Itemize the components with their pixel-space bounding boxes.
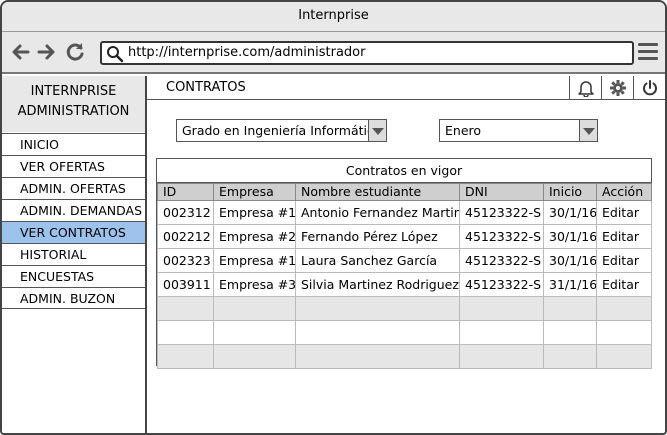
sidebar-title-line1: INTERNPRISE bbox=[30, 84, 117, 99]
browser-toolbar: http://internprise.com/administrador bbox=[2, 32, 665, 74]
sidebar-item-historial[interactable]: HISTORIAL bbox=[2, 243, 145, 265]
contracts-table-panel: Contratos en vigor ID Empresa Nombre est… bbox=[156, 158, 652, 369]
cell-empresa: Empresa #1 bbox=[213, 200, 296, 225]
magnifier-icon bbox=[107, 46, 124, 63]
table-row[interactable]: 003911 Empresa #3 Silvia Martinez Rodrig… bbox=[157, 272, 652, 297]
month-select[interactable]: Enero bbox=[439, 119, 598, 142]
sidebar-title: INTERNPRISE ADMINISTRATION bbox=[2, 76, 145, 132]
hamburger-menu-icon[interactable] bbox=[638, 43, 658, 63]
empty-row bbox=[157, 296, 652, 321]
sidebar-item-admin-buzon[interactable]: ADMIN. BUZON bbox=[2, 287, 145, 309]
sidebar-item-ver-ofertas[interactable]: VER OFERTAS bbox=[2, 155, 145, 177]
degree-select-value: Grado en Ingeniería Informática bbox=[182, 123, 382, 138]
contracts-table: ID Empresa Nombre estudiante DNI Inicio … bbox=[157, 183, 652, 369]
cell-dni: 45123322-S bbox=[459, 200, 544, 225]
arrow-right-icon[interactable] bbox=[35, 40, 57, 64]
browser-window: Internprise http://internprise.com/admin… bbox=[0, 0, 667, 435]
cell-empresa: Empresa #2 bbox=[213, 224, 296, 249]
sidebar: INTERNPRISE ADMINISTRATION INICIO VER OF… bbox=[2, 76, 147, 433]
cell-id: 003911 bbox=[157, 272, 214, 297]
cell-inicio: 31/1/16 bbox=[543, 272, 597, 297]
cell-id: 002323 bbox=[157, 248, 214, 273]
cell-id: 002212 bbox=[157, 224, 214, 249]
cell-dni: 45123322-S bbox=[459, 248, 544, 273]
empty-row bbox=[157, 320, 652, 345]
cell-inicio: 30/1/16 bbox=[543, 200, 597, 225]
reload-icon[interactable] bbox=[64, 40, 86, 64]
cell-nombre: Antonio Fernandez Martin bbox=[295, 200, 460, 225]
column-header-dni[interactable]: DNI bbox=[459, 183, 544, 201]
cell-nombre: Fernando Pérez López bbox=[295, 224, 460, 249]
url-text[interactable]: http://internprise.com/administrador bbox=[128, 43, 365, 63]
column-header-id[interactable]: ID bbox=[157, 183, 214, 201]
sidebar-item-admin-demandas[interactable]: ADMIN. DEMANDAS bbox=[2, 199, 145, 221]
cell-empresa: Empresa #3 bbox=[213, 272, 296, 297]
cell-inicio: 30/1/16 bbox=[543, 248, 597, 273]
cell-dni: 45123322-S bbox=[459, 272, 544, 297]
table-row[interactable]: 002212 Empresa #2 Fernando Pérez López 4… bbox=[157, 224, 652, 249]
sidebar-title-line2: ADMINISTRATION bbox=[17, 104, 130, 119]
bell-icon[interactable] bbox=[569, 76, 601, 100]
column-header-inicio[interactable]: Inicio bbox=[543, 183, 597, 201]
sidebar-menu: INICIO VER OFERTAS ADMIN. OFERTAS ADMIN.… bbox=[2, 133, 145, 309]
sidebar-item-ver-contratos[interactable]: VER CONTRATOS bbox=[2, 221, 145, 243]
table-row[interactable]: 002323 Empresa #1 Laura Sanchez García 4… bbox=[157, 248, 652, 273]
sidebar-item-inicio[interactable]: INICIO bbox=[2, 133, 145, 155]
table-header-row: ID Empresa Nombre estudiante DNI Inicio … bbox=[157, 183, 652, 201]
empty-row bbox=[157, 344, 652, 369]
column-header-accion: Acción bbox=[596, 183, 652, 201]
sidebar-item-admin-ofertas[interactable]: ADMIN. OFERTAS bbox=[2, 177, 145, 199]
edit-link[interactable]: Editar bbox=[596, 200, 652, 225]
cell-empresa: Empresa #1 bbox=[213, 248, 296, 273]
cell-id: 002312 bbox=[157, 200, 214, 225]
window-title: Internprise bbox=[2, 2, 665, 32]
cell-nombre: Laura Sanchez García bbox=[295, 248, 460, 273]
cell-dni: 45123322-S bbox=[459, 224, 544, 249]
edit-link[interactable]: Editar bbox=[596, 224, 652, 249]
main-header: CONTRATOS bbox=[147, 76, 665, 100]
sidebar-item-encuestas[interactable]: ENCUESTAS bbox=[2, 265, 145, 287]
table-row[interactable]: 002312 Empresa #1 Antonio Fernandez Mart… bbox=[157, 200, 652, 225]
page-title: CONTRATOS bbox=[166, 80, 246, 95]
cell-nombre: Silvia Martinez Rodriguez bbox=[295, 272, 460, 297]
edit-link[interactable]: Editar bbox=[596, 248, 652, 273]
column-header-nombre[interactable]: Nombre estudiante bbox=[295, 183, 460, 201]
edit-link[interactable]: Editar bbox=[596, 272, 652, 297]
chevron-down-icon[interactable] bbox=[579, 120, 597, 141]
column-header-empresa[interactable]: Empresa bbox=[213, 183, 296, 201]
arrow-left-icon[interactable] bbox=[10, 40, 32, 64]
chevron-down-icon[interactable] bbox=[368, 120, 386, 141]
month-select-value: Enero bbox=[445, 123, 482, 138]
degree-select[interactable]: Grado en Ingeniería Informática bbox=[176, 119, 387, 142]
power-icon[interactable] bbox=[633, 76, 665, 100]
cell-inicio: 30/1/16 bbox=[543, 224, 597, 249]
url-bar[interactable]: http://internprise.com/administrador bbox=[100, 41, 634, 65]
gear-icon[interactable] bbox=[601, 76, 633, 100]
table-caption: Contratos en vigor bbox=[157, 159, 651, 183]
